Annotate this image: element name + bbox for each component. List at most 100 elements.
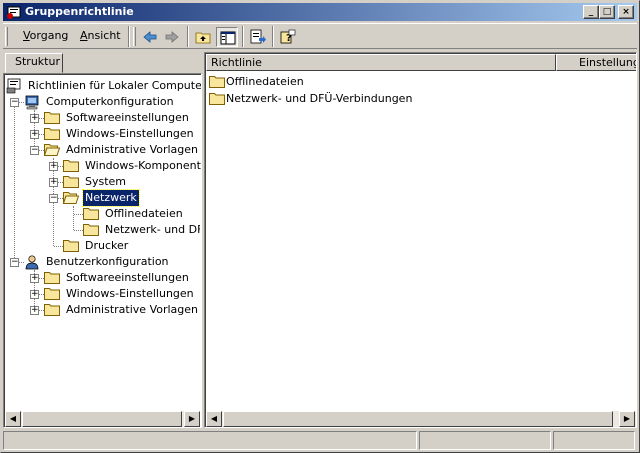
tree-line [74, 230, 83, 231]
menu-vorgang[interactable]: Vorgang [23, 29, 68, 42]
up-folder-icon [195, 32, 211, 44]
tree-item-b-admin[interactable]: Administrative Vorlagen [44, 302, 199, 318]
toolbar-grip[interactable] [133, 27, 136, 46]
folder-icon [83, 224, 99, 236]
collapse-toggle[interactable]: − [49, 194, 58, 203]
tree-item-b-software[interactable]: Softwareeinstellungen [44, 270, 199, 286]
tree-horizontal-scrollbar[interactable]: ◀ ▶ [5, 411, 200, 427]
menu-ansicht-accel: A [80, 29, 88, 42]
collapse-toggle[interactable]: − [10, 258, 19, 267]
user-config-icon [25, 255, 39, 270]
menu-vorgang-label: organg [29, 29, 69, 42]
tree-item-c-drucker[interactable]: Drucker [63, 238, 200, 254]
status-pane-main [3, 431, 417, 450]
group-policy-app-icon [7, 6, 21, 19]
list-horizontal-scrollbar[interactable]: ◀ ▶ [206, 411, 636, 427]
show-hide-tree-icon [220, 31, 236, 45]
tree-item-b-windows[interactable]: Windows-Einstellungen [44, 286, 199, 302]
maximize-button[interactable]: □ [599, 5, 615, 19]
folder-icon [63, 176, 79, 188]
scroll-right-button[interactable]: ▶ [619, 411, 635, 427]
status-pane-2 [419, 431, 551, 450]
open-folder-icon [63, 192, 79, 204]
expand-toggle[interactable]: + [49, 162, 58, 171]
minimize-button[interactable]: _ [583, 5, 599, 19]
tree-line [74, 214, 83, 215]
toolbar-separator [128, 26, 130, 47]
collapse-toggle[interactable]: − [10, 98, 19, 107]
status-bar [3, 431, 637, 451]
window-title: Gruppenrichtlinie [25, 5, 134, 18]
scroll-left-button[interactable]: ◀ [206, 411, 222, 427]
tree-item-label: System [85, 175, 127, 188]
toolbar-separator [272, 26, 274, 47]
collapse-toggle[interactable]: − [30, 146, 39, 155]
folder-icon [209, 93, 225, 105]
folder-icon [44, 304, 60, 316]
tree-item-label: Softwareeinstellungen [66, 111, 189, 124]
up-one-level-button[interactable] [192, 27, 214, 47]
column-header-einstellung[interactable]: Einstellung [556, 54, 636, 71]
column-header-richtlinie[interactable]: Richtlinie [206, 54, 556, 71]
expand-toggle[interactable]: + [30, 306, 39, 315]
scroll-thumb[interactable] [22, 411, 182, 427]
scroll-thumb[interactable] [223, 411, 613, 427]
local-policy-icon [6, 78, 21, 94]
close-button[interactable]: × [618, 5, 634, 19]
folder-icon [44, 112, 60, 124]
list-item-label: Netzwerk- und DFÜ-Verbindungen [226, 92, 413, 105]
back-button[interactable] [139, 27, 161, 47]
tree-item-root[interactable]: Richtlinien für Lokaler Computer [6, 78, 201, 94]
tree-item-c-software[interactable]: Softwareeinstellungen [44, 110, 199, 126]
tree-item-label: Computerkonfiguration [46, 95, 174, 108]
export-list-icon [250, 29, 266, 44]
tree-item-label: Richtlinien für Lokaler Computer [28, 79, 202, 92]
forward-button[interactable] [161, 27, 183, 47]
computer-config-icon [25, 95, 39, 110]
folder-icon [63, 240, 79, 252]
expand-toggle[interactable]: + [30, 130, 39, 139]
scroll-right-button[interactable]: ▶ [184, 411, 200, 427]
expand-toggle[interactable]: + [30, 114, 39, 123]
export-list-button[interactable] [247, 27, 269, 47]
toolbar-separator [187, 26, 189, 47]
tree-item-label: Offlinedateien [105, 207, 183, 220]
toolbar: Vorgang Ansicht ? [3, 23, 637, 49]
help-button[interactable]: ? [277, 27, 299, 47]
tree-item-c-windows[interactable]: Windows-Einstellungen [44, 126, 199, 142]
forward-icon [165, 31, 179, 43]
tree-tab-strip: Struktur [3, 51, 201, 73]
tree-item-label: Drucker [85, 239, 129, 252]
tree-item-c-wincomp[interactable]: Windows-Komponenten [63, 158, 201, 174]
scroll-left-button[interactable]: ◀ [5, 411, 21, 427]
show-hide-tree-button[interactable] [216, 27, 238, 47]
tree-line [73, 206, 74, 230]
tab-struktur[interactable]: Struktur [5, 53, 63, 73]
tree-item-user-config[interactable]: Benutzerkonfiguration [24, 254, 199, 270]
expand-toggle[interactable]: + [30, 274, 39, 283]
tree-item-c-system[interactable]: System [63, 174, 200, 190]
tree-item-computer-config[interactable]: Computerkonfiguration [24, 94, 199, 110]
open-folder-icon [44, 144, 60, 156]
tree-line [14, 98, 15, 266]
help-icon: ? [280, 29, 296, 44]
details-list: Richtlinie Einstellung Offlinedateien Ne… [204, 52, 637, 428]
expand-toggle[interactable]: + [30, 290, 39, 299]
tree-item-label: Windows-Einstellungen [66, 287, 194, 300]
menu-ansicht[interactable]: Ansicht [80, 29, 121, 42]
console-tree: Richtlinien für Lokaler Computer − Compu… [3, 73, 202, 428]
tree-item-c-offline[interactable]: Offlinedateien [83, 206, 200, 222]
expand-toggle[interactable]: + [49, 178, 58, 187]
menu-grip[interactable] [5, 27, 8, 46]
group-policy-window: Gruppenrichtlinie _ □ × Vorgang Ansicht … [0, 0, 640, 453]
title-bar[interactable]: Gruppenrichtlinie _ □ × [3, 3, 637, 21]
folder-icon [63, 160, 79, 172]
tree-item-label: Administrative Vorlagen [66, 143, 199, 156]
tree-line [54, 246, 63, 247]
tree-item-c-netzwerk[interactable]: Netzwerk [63, 189, 200, 207]
tree-item-c-dfue[interactable]: Netzwerk- und DFÜ- [83, 222, 200, 238]
folder-icon [83, 208, 99, 220]
tree-item-c-admin[interactable]: Administrative Vorlagen [44, 142, 199, 158]
list-item-label: Offlinedateien [226, 75, 304, 88]
menu-vorgang-accel: V [23, 29, 30, 42]
